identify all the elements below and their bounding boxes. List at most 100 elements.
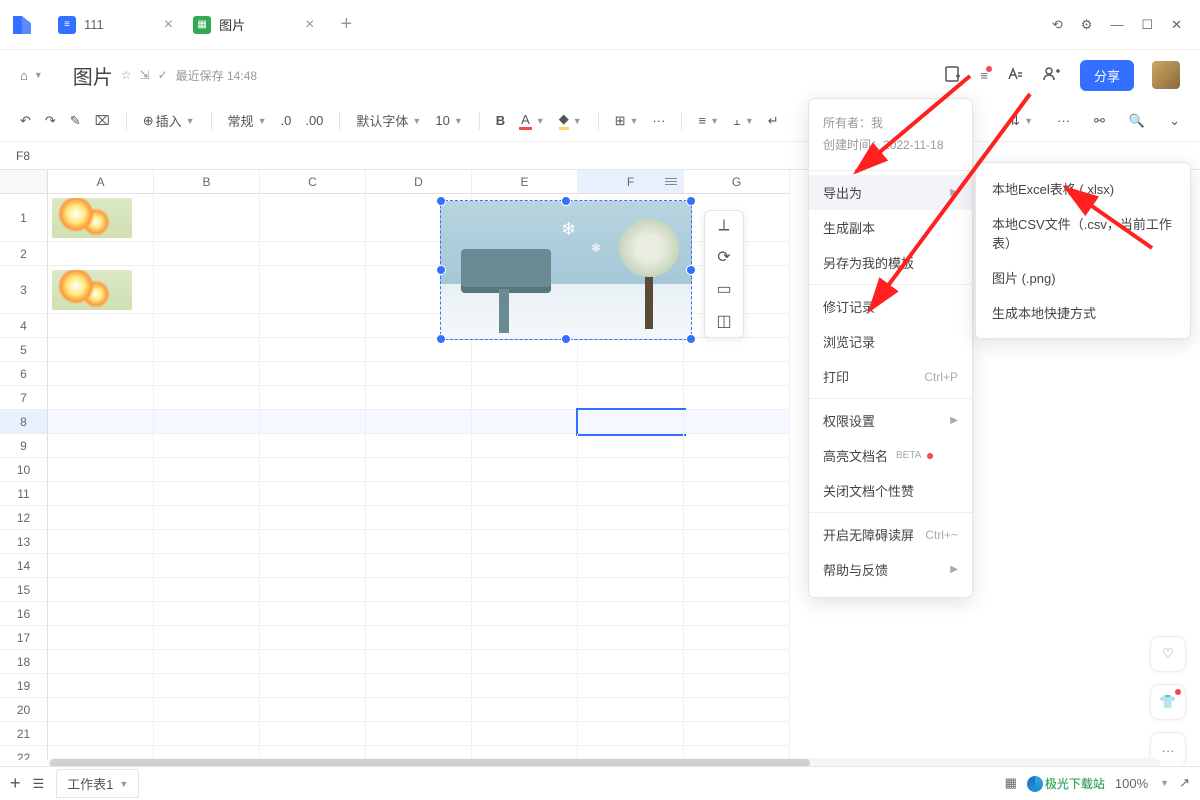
overflow-button[interactable]: ···	[1053, 109, 1074, 132]
more-button[interactable]: ···	[648, 109, 669, 132]
row-header[interactable]: 13	[0, 530, 48, 554]
col-header[interactable]: A	[48, 170, 154, 194]
app-logo[interactable]	[8, 11, 36, 39]
like-button[interactable]: ♡	[1150, 636, 1186, 672]
format-select[interactable]: 常规▼	[224, 107, 271, 134]
row-header[interactable]: 21	[0, 722, 48, 746]
row-header[interactable]: 5	[0, 338, 48, 362]
undo-button[interactable]: ↶	[16, 109, 35, 133]
link-button[interactable]: ⚯	[1090, 109, 1109, 133]
row-header[interactable]: 10	[0, 458, 48, 482]
font-size-select[interactable]: 10▼	[431, 109, 466, 132]
format-painter-button[interactable]: ✎	[66, 109, 85, 133]
menu-revision[interactable]: 修订记录	[809, 289, 972, 324]
col-header[interactable]: E	[472, 170, 578, 194]
row-header[interactable]: 16	[0, 602, 48, 626]
row-header[interactable]: 2	[0, 242, 48, 266]
close-window-icon[interactable]: ✕	[1171, 17, 1182, 33]
col-header[interactable]: B	[154, 170, 260, 194]
row-header[interactable]: 15	[0, 578, 48, 602]
add-tab-button[interactable]: +	[334, 13, 358, 36]
resize-handle[interactable]	[686, 334, 696, 344]
row-header[interactable]: 22	[0, 746, 48, 760]
maximize-icon[interactable]: ☐	[1141, 17, 1153, 33]
row-header[interactable]: 17	[0, 626, 48, 650]
expand-button[interactable]: ⌄	[1165, 109, 1184, 133]
avatar[interactable]	[1152, 61, 1180, 89]
submenu-png[interactable]: 图片 (.png)	[976, 260, 1190, 295]
sheet-list-button[interactable]: ☰	[33, 776, 45, 792]
search-button[interactable]: 🔍	[1125, 109, 1149, 133]
resize-handle[interactable]	[436, 265, 446, 275]
menu-help[interactable]: 帮助与反馈▶	[809, 552, 972, 587]
row-header[interactable]: 11	[0, 482, 48, 506]
insert-button[interactable]: ⊕ 插入▼	[139, 107, 199, 134]
menu-save-template[interactable]: 另存为我的模板	[809, 245, 972, 280]
resize-handle[interactable]	[436, 334, 446, 344]
rotate-icon[interactable]: ⟳	[717, 247, 730, 267]
resize-handle[interactable]	[561, 196, 571, 206]
add-sheet-button[interactable]: +	[10, 773, 21, 794]
sheet-tab[interactable]: 工作表1▼	[56, 769, 139, 798]
menu-browse[interactable]: 浏览记录	[809, 324, 972, 359]
row-header[interactable]: 8	[0, 410, 48, 434]
menu-copy[interactable]: 生成副本	[809, 210, 972, 245]
goto-icon[interactable]: ↗	[1179, 775, 1190, 791]
theme-button[interactable]: 👕	[1150, 684, 1186, 720]
borders-button[interactable]: ⊞▼	[611, 109, 643, 133]
text-color-button[interactable]: A▼	[515, 108, 549, 134]
resize-handle[interactable]	[686, 196, 696, 206]
resize-handle[interactable]	[436, 196, 446, 206]
embedded-image[interactable]	[52, 270, 132, 310]
decimal-inc-button[interactable]: .00	[301, 109, 327, 132]
crop-icon[interactable]: ⟂	[719, 217, 730, 235]
tab-image[interactable]: ▦ 图片 ×	[183, 0, 324, 50]
decimal-dec-button[interactable]: .0	[276, 109, 295, 132]
close-icon[interactable]: ×	[305, 16, 314, 34]
chevron-down-icon[interactable]: ▼	[34, 70, 43, 80]
tab-111[interactable]: ≡ 111 ×	[48, 0, 183, 50]
select-all-corner[interactable]	[0, 170, 48, 194]
row-header[interactable]: 19	[0, 674, 48, 698]
embedded-image[interactable]	[52, 198, 132, 238]
selected-image[interactable]: ❄❄❄	[440, 200, 692, 340]
valign-button[interactable]: ⫠▼	[729, 109, 758, 133]
row-header[interactable]: 3	[0, 266, 48, 314]
replace-icon[interactable]: ▭	[716, 279, 731, 299]
cell-reference[interactable]: F8	[16, 149, 56, 163]
align-button[interactable]: ≡▼	[694, 109, 723, 132]
resize-handle[interactable]	[561, 334, 571, 344]
menu-close-like[interactable]: 关闭文档个性赞	[809, 473, 972, 508]
row-header[interactable]: 4	[0, 314, 48, 338]
collaborators-icon[interactable]	[1042, 65, 1062, 86]
submenu-shortcut[interactable]: 生成本地快捷方式	[976, 295, 1190, 330]
grid-view-icon[interactable]: ▦	[1005, 775, 1017, 791]
menu-permission[interactable]: 权限设置▶	[809, 403, 972, 438]
submenu-csv[interactable]: 本地CSV文件（.csv，当前工作表）	[976, 206, 1190, 260]
row-header[interactable]: 1	[0, 194, 48, 242]
col-header[interactable]: D	[366, 170, 472, 194]
row-header[interactable]: 18	[0, 650, 48, 674]
row-header[interactable]: 12	[0, 506, 48, 530]
row-header[interactable]: 20	[0, 698, 48, 722]
row-header[interactable]: 14	[0, 554, 48, 578]
col-header[interactable]: F	[578, 170, 684, 194]
submenu-xlsx[interactable]: 本地Excel表格 (.xlsx)	[976, 171, 1190, 206]
menu-export[interactable]: 导出为▶	[809, 175, 972, 210]
zoom-value[interactable]: 100%	[1115, 776, 1148, 791]
menu-screen-reader[interactable]: 开启无障碍读屏Ctrl+~	[809, 517, 972, 552]
text-style-icon[interactable]	[1006, 65, 1024, 86]
home-icon[interactable]: ⌂	[20, 68, 28, 83]
minimize-icon[interactable]: —	[1110, 17, 1123, 32]
position-icon[interactable]: ◫	[716, 311, 731, 331]
sort-button[interactable]: ⇅▼	[1005, 109, 1037, 133]
settings-icon[interactable]: ⚙	[1081, 17, 1093, 33]
row-header[interactable]: 9	[0, 434, 48, 458]
col-header[interactable]: C	[260, 170, 366, 194]
move-icon[interactable]: ⇲	[140, 68, 150, 82]
menu-icon[interactable]: ≡	[980, 68, 988, 83]
sync-icon[interactable]: ⟲	[1052, 17, 1063, 33]
row-header[interactable]: 7	[0, 386, 48, 410]
fill-color-button[interactable]: ◆▼	[555, 107, 586, 134]
row-header[interactable]: 6	[0, 362, 48, 386]
